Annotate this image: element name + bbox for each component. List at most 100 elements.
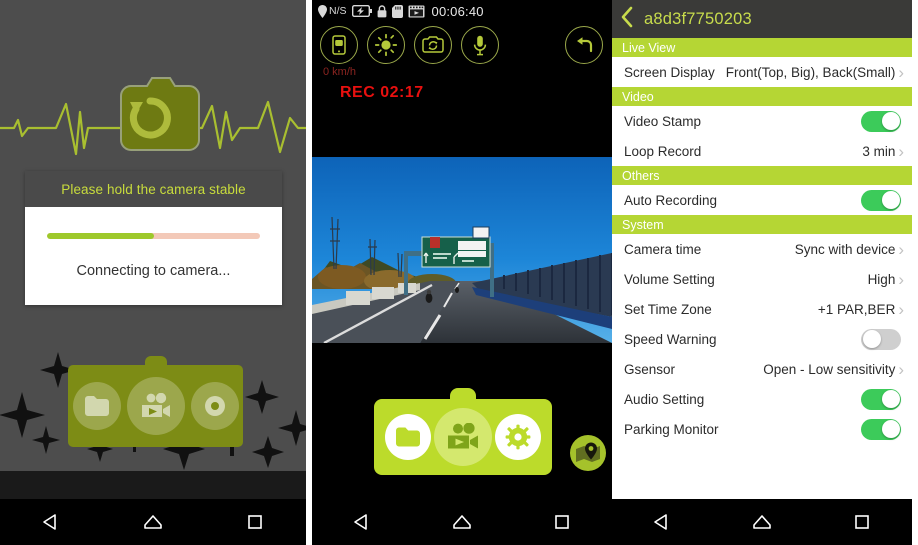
android-navbar — [612, 499, 912, 545]
sd-card-icon — [391, 4, 403, 18]
settings-row-label: Loop Record — [624, 143, 702, 159]
screenshot-triptych: Please hold the camera stable Connecting… — [0, 0, 918, 545]
settings-row-label: Auto Recording — [624, 192, 718, 208]
settings-row-value: Front(Top, Big), Back(Small) — [725, 64, 896, 80]
lock-icon — [377, 4, 386, 17]
settings-row-label: Parking Monitor — [624, 421, 719, 437]
toggle-switch[interactable] — [861, 189, 901, 211]
settings-row-label: Set Time Zone — [624, 301, 712, 317]
chevron-up-icon[interactable] — [450, 388, 476, 402]
triangle-back-icon[interactable] — [639, 499, 685, 545]
camera-switch-icon[interactable] — [414, 26, 452, 64]
settings-row-value: Open - Low sensitivity — [763, 361, 896, 377]
square-recents-icon[interactable] — [539, 499, 585, 545]
chevron-right-icon: › — [898, 299, 904, 319]
gear-icon[interactable] — [190, 382, 239, 430]
settings-row-control[interactable]: Front(Top, Big), Back(Small) › — [726, 64, 904, 81]
gear-icon[interactable] — [495, 414, 541, 460]
settings-row-value: High — [867, 271, 896, 287]
panel-connecting: Please hold the camera stable Connecting… — [0, 0, 306, 545]
battery-charging-icon — [351, 5, 372, 17]
recording-clock: 00:06:40 — [431, 3, 484, 19]
settings-row-label: Screen Display — [624, 64, 715, 80]
settings-section-header: Others — [612, 166, 912, 185]
settings-row[interactable]: Audio Setting — [612, 384, 912, 414]
map-pin-icon[interactable] — [570, 435, 606, 471]
settings-section-header: Video — [612, 87, 912, 106]
chevron-right-icon: › — [898, 269, 904, 289]
home-icon[interactable] — [739, 499, 785, 545]
camera-statusbar: N/S 00:06:40 — [312, 0, 612, 22]
video-camera-icon[interactable] — [126, 377, 185, 435]
android-navbar — [312, 499, 612, 545]
home-icon[interactable] — [439, 499, 485, 545]
chevron-right-icon: › — [898, 141, 904, 161]
speed-readout: 0 km/h — [323, 66, 357, 78]
settings-row[interactable]: Video Stamp — [612, 106, 912, 136]
toggle-switch[interactable] — [861, 328, 901, 350]
settings-header: a8d3f7750203 — [612, 0, 912, 38]
toggle-switch[interactable] — [861, 110, 901, 132]
settings-section-header: Live View — [612, 38, 912, 57]
settings-row-control[interactable] — [861, 189, 904, 211]
settings-row-control[interactable]: Sync with device › — [795, 241, 904, 258]
chevron-right-icon: › — [898, 359, 904, 379]
folder-icon[interactable] — [72, 382, 121, 430]
microphone-icon[interactable] — [461, 26, 499, 64]
recording-indicator: REC 02:17 — [340, 84, 424, 101]
camera-refresh-icon — [104, 72, 202, 160]
menu-panel-ghost[interactable] — [68, 356, 243, 447]
settings-row-value: 3 min — [862, 143, 896, 159]
settings-row-control[interactable] — [861, 110, 904, 132]
location-pin-icon — [318, 4, 327, 18]
settings-row-label: Gsensor — [624, 361, 676, 377]
settings-row[interactable]: Auto Recording — [612, 185, 912, 215]
panel-settings: a8d3f7750203 Live View Screen Display Fron… — [612, 0, 912, 545]
settings-row[interactable]: Gsensor Open - Low sensitivity › — [612, 354, 912, 384]
panel1-bottom-strip — [0, 471, 306, 499]
square-recents-icon[interactable] — [232, 499, 278, 545]
settings-list[interactable]: Live View Screen Display Front(Top, Big), … — [612, 38, 912, 499]
triangle-back-icon[interactable] — [339, 499, 385, 545]
chevron-up-icon — [144, 356, 167, 368]
triangle-back-icon[interactable] — [28, 499, 74, 545]
settings-row[interactable]: Loop Record 3 min › — [612, 136, 912, 166]
folder-icon[interactable] — [385, 414, 431, 460]
settings-row-value: Sync with device — [794, 241, 896, 257]
settings-row-control[interactable] — [861, 388, 904, 410]
settings-row-control[interactable]: 3 min › — [862, 143, 904, 160]
android-navbar — [0, 499, 306, 545]
live-video-feed[interactable] — [312, 157, 612, 343]
settings-row[interactable]: Screen Display Front(Top, Big), Back(Smal… — [612, 57, 912, 87]
settings-row-control[interactable] — [861, 328, 904, 350]
home-icon[interactable] — [130, 499, 176, 545]
toggle-knob — [881, 112, 900, 130]
settings-row-label: Video Stamp — [624, 113, 702, 129]
settings-row-control[interactable]: +1 PAR,BER › — [818, 301, 904, 318]
panel-live-view: N/S 00:06:40 0 km/h REC 02:17 — [312, 0, 612, 545]
toggle-knob — [862, 330, 881, 348]
settings-row-control[interactable]: High › — [868, 271, 904, 288]
video-camera-icon[interactable] — [434, 408, 492, 466]
snapshot-to-phone-icon[interactable] — [320, 26, 358, 64]
settings-row[interactable]: Volume Setting High › — [612, 264, 912, 294]
back-arrow-icon[interactable] — [565, 26, 603, 64]
toggle-switch[interactable] — [861, 418, 901, 440]
settings-row-control[interactable]: Open - Low sensitivity › — [763, 361, 904, 378]
chevron-left-icon[interactable] — [620, 6, 634, 33]
toggle-switch[interactable] — [861, 388, 901, 410]
menu-panel[interactable] — [374, 388, 552, 475]
dialog-status-text: Connecting to camera... — [76, 263, 231, 279]
settings-row[interactable]: Set Time Zone +1 PAR,BER › — [612, 294, 912, 324]
settings-row[interactable]: Parking Monitor — [612, 414, 912, 444]
dialog-body: Connecting to camera... — [25, 207, 282, 305]
brightness-icon[interactable] — [367, 26, 405, 64]
toggle-knob — [881, 191, 900, 209]
gps-status-label: N/S — [329, 5, 347, 17]
progress-bar-fill — [47, 233, 154, 239]
camera-tool-tray — [320, 26, 499, 64]
settings-row[interactable]: Camera time Sync with device › — [612, 234, 912, 264]
square-recents-icon[interactable] — [839, 499, 885, 545]
settings-row[interactable]: Speed Warning — [612, 324, 912, 354]
settings-row-control[interactable] — [861, 418, 904, 440]
